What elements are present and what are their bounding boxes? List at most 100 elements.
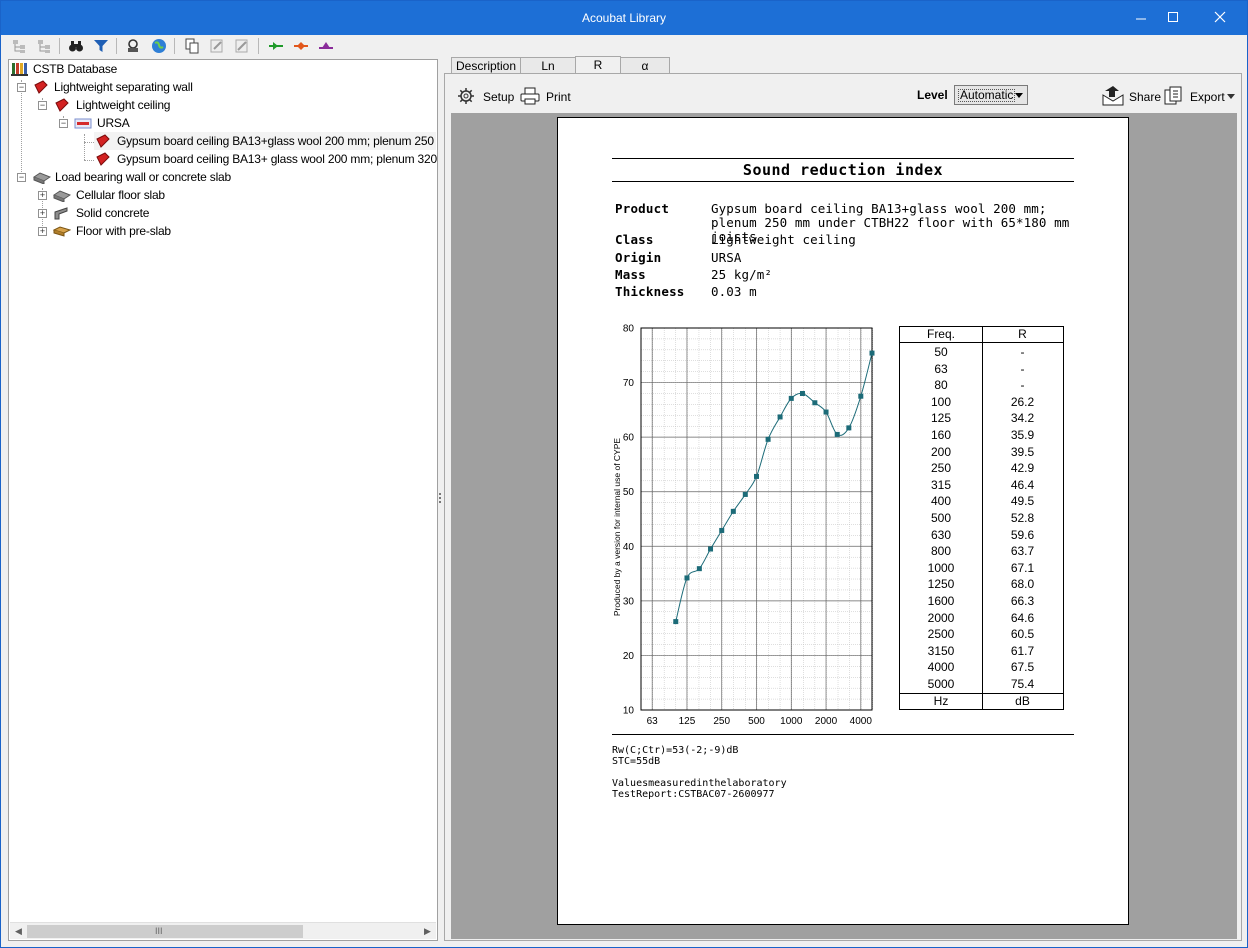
level-select[interactable]: Automatic [954,85,1028,105]
tree-node-gypsum-250[interactable]: Gypsum board ceiling BA13+glass wool 200… [94,132,437,150]
y-tick-label: 70 [623,378,635,389]
tree-node-solid-concrete[interactable]: + Solid concrete [38,204,238,222]
tree-node-label: URSA [97,116,130,130]
search-button[interactable] [66,36,86,56]
toolbar-separator [59,38,60,54]
table-row: 630 59.6 [900,527,1063,544]
table-cell-freq: 3150 [927,643,955,658]
table-row: 80 - [900,377,1063,394]
note-stc: STC=55dB [612,756,661,767]
move-orange-button[interactable] [291,36,311,56]
setup-button[interactable]: Setup [457,74,517,114]
expand-icon[interactable]: + [38,227,47,236]
data-point [858,393,864,399]
table-cell-r: 63.7 [1010,544,1035,559]
x-tick-label: 125 [679,716,696,725]
database-tree[interactable]: CSTB Database − Lightweight separating w… [8,59,438,941]
table-cell-r: - [1020,361,1025,376]
delete-button[interactable] [232,36,252,56]
table-cell-freq: 800 [930,544,952,559]
table-cell-r: 34.2 [1010,411,1035,426]
collapse-icon[interactable]: − [17,83,26,92]
share-icon [1102,86,1124,106]
report-page: Sound reduction index Product Gypsum boa… [557,117,1129,925]
x-tick-label: 250 [713,716,730,725]
main-toolbar [1,35,1247,57]
tree-guide [84,160,94,161]
tab-description[interactable]: Description [451,57,521,74]
tree-node-gypsum-320[interactable]: Gypsum board ceiling BA13+ glass wool 20… [94,150,438,168]
brick-red-icon [96,152,110,166]
tree-node-load-bearing[interactable]: − Load bearing wall or concrete slab [17,168,277,186]
tree-node-cstb-database[interactable]: CSTB Database [11,60,211,78]
edit-button[interactable] [207,36,227,56]
share-button[interactable]: Share [1101,74,1161,114]
table-cell-r: 35.9 [1010,428,1035,442]
export-button[interactable]: Export [1164,74,1236,114]
collapse-icon[interactable]: − [59,119,68,128]
table-cell-freq: 4000 [927,660,955,675]
tree-node-lightweight-separating-wall[interactable]: − Lightweight separating wall [17,78,257,96]
table-cell-freq: 160 [930,428,952,442]
tree-node-floor-with-pre-slab[interactable]: + Floor with pre-slab [38,222,238,240]
table-row: 2000 64.6 [900,610,1063,627]
tab-r[interactable]: R [575,56,621,74]
dropdown-arrow-icon [1015,93,1023,98]
data-point [765,436,771,442]
prop-key: Mass [615,267,646,282]
scroll-thumb[interactable]: III [27,925,303,938]
lookup-button[interactable] [123,36,143,56]
filter-button[interactable] [91,36,111,56]
table-cell-r: - [1020,378,1025,393]
green-arrow-icon [269,42,283,50]
tree-node-lightweight-ceiling[interactable]: − Lightweight ceiling [38,96,258,114]
toolbar-separator [258,38,259,54]
collapse-icon[interactable]: − [17,173,26,182]
share-label: Share [1129,90,1162,104]
tree-add-button[interactable] [9,36,29,56]
y-tick-label: 30 [623,596,635,607]
table-cell-freq: 125 [930,411,952,426]
data-point [754,473,759,479]
x-tick-label: 500 [748,716,765,725]
prop-value: Lightweight ceiling [711,232,856,247]
tree-remove-button[interactable] [34,36,54,56]
data-point [777,414,783,420]
tree-node-ursa[interactable]: − URSA [59,114,219,132]
close-button[interactable] [1200,5,1240,31]
scroll-right-button[interactable]: ▶ [420,924,435,939]
table-header-r: R [1018,327,1027,341]
web-button[interactable] [149,36,169,56]
panel-splitter[interactable] [438,491,442,511]
table-cell-r: 61.7 [1010,643,1035,658]
maximize-button[interactable] [1153,5,1193,31]
table-cell-r: 64.6 [1010,610,1035,625]
table-row: 125 34.2 [900,410,1063,427]
print-button[interactable]: Print [520,74,575,114]
copy-button[interactable] [182,36,202,56]
orange-arrow-icon [294,42,308,50]
move-green-button[interactable] [266,36,286,56]
tree-node-cellular-floor-slab[interactable]: + Cellular floor slab [38,186,238,204]
table-cell-freq: 63 [934,361,948,376]
collapse-icon[interactable]: − [38,101,47,110]
data-point [673,619,679,625]
dropdown-arrow-icon [1227,94,1235,99]
table-cell-freq: 630 [930,527,952,542]
prop-key: Thickness [615,284,685,299]
print-preview: Sound reduction index Product Gypsum boa… [451,113,1237,939]
expand-icon[interactable]: + [38,191,47,200]
tree-horizontal-scrollbar[interactable]: ◀ III ▶ [10,922,436,939]
tree-node-label: Gypsum board ceiling BA13+ glass wool 20… [117,152,438,166]
table-unit-db: dB [1015,694,1030,708]
tree-node-label: CSTB Database [33,62,118,76]
tab-ln[interactable]: Ln [520,57,576,74]
tab-alpha[interactable]: α [620,57,670,74]
table-cell-r: 59.6 [1010,527,1035,542]
library-icon [11,63,28,76]
move-purple-button[interactable] [316,36,336,56]
table-row: 400 49.5 [900,493,1063,510]
scroll-left-button[interactable]: ◀ [11,924,26,939]
frequency-table: Freq. R Hz dB 50-63-80-100 26.2 125 34.2 160… [899,326,1064,710]
expand-icon[interactable]: + [38,209,47,218]
